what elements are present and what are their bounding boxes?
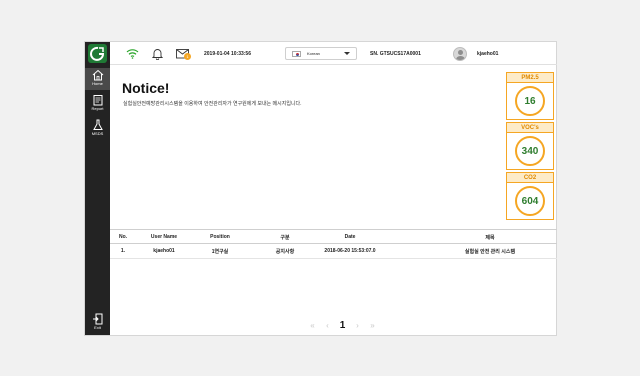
avatar[interactable] [453, 42, 467, 65]
app-window: Home Report MSDS Exit 1 2019-01-04 10:33… [84, 41, 557, 336]
sidebar-item-exit[interactable]: Exit [85, 312, 110, 334]
sidebar-item-msds[interactable]: MSDS [85, 118, 110, 140]
sensor-value: 604 [515, 186, 545, 216]
screen-frame: Home Report MSDS Exit 1 2019-01-04 10:33… [0, 0, 640, 376]
report-icon [93, 95, 102, 106]
page-title: Notice! [122, 80, 170, 96]
sensor-voc: VOC's 340 [506, 122, 554, 170]
language-value: Korean [307, 51, 320, 56]
last-page-button[interactable]: » [365, 321, 380, 330]
sensor-value: 16 [515, 86, 545, 116]
pagination: « ‹ 1 › » [305, 318, 380, 332]
logo-icon [88, 44, 107, 63]
sidebar-item-label: Exit [94, 325, 101, 330]
column-header: 구분 [280, 234, 290, 241]
language-select[interactable]: Korean [285, 47, 357, 60]
column-header: Date [344, 234, 356, 240]
notice-message: 실험실안전예방관리시스템을 이용하여 안전관리자가 연구원에게 보내는 메시지입… [123, 101, 302, 107]
sidebar-item-home[interactable]: Home [85, 68, 110, 90]
sensor-label: PM2.5 [507, 73, 553, 83]
avatar-icon [453, 46, 467, 61]
exit-icon [92, 313, 102, 325]
first-page-button[interactable]: « [305, 321, 320, 330]
datetime-display: 2019-01-04 10:33:56 [204, 50, 251, 57]
flask-icon [92, 119, 103, 130]
bell-icon[interactable] [152, 42, 163, 65]
serial-number: SN. GTSUCS17A0001 [370, 50, 421, 57]
prev-page-button[interactable]: ‹ [320, 321, 335, 330]
table-header: No. User Name Position 구분 Date 제목 [110, 229, 557, 244]
column-header: Position [210, 234, 230, 240]
column-header: No. [118, 234, 128, 240]
cell-title: 실험실 안전 관리 시스템 [464, 248, 516, 255]
sidebar-item-label: MSDS [91, 131, 104, 136]
sidebar-item-label: Report [91, 106, 104, 111]
column-header: 제목 [485, 234, 495, 241]
korea-flag-icon [292, 50, 301, 57]
cell-category: 공지사항 [275, 248, 295, 255]
sensor-label: CO2 [507, 173, 553, 183]
cell-position: 1연구실 [211, 248, 229, 255]
table-row[interactable]: 1. kjaeho01 1연구실 공지사항 2018-06-20 15:53:0… [110, 244, 557, 259]
next-page-button[interactable]: › [350, 321, 365, 330]
sidebar: Home Report MSDS Exit [85, 42, 110, 335]
chevron-down-icon [344, 52, 350, 55]
sensor-pm25: PM2.5 16 [506, 72, 554, 120]
sensor-co2: CO2 604 [506, 172, 554, 220]
cell-user-name: kjaeho01 [153, 248, 175, 254]
sensor-label: VOC's [507, 123, 553, 133]
wifi-icon [126, 42, 139, 65]
sidebar-item-report[interactable]: Report [85, 93, 110, 115]
notice-table: No. User Name Position 구분 Date 제목 1. kja… [110, 229, 557, 259]
cell-no: 1. [120, 248, 126, 254]
column-header: User Name [150, 234, 178, 240]
top-bar: 1 2019-01-04 10:33:56 Korean SN. GTSUCS1… [110, 42, 557, 65]
notification-badge: 1 [184, 53, 191, 60]
sensor-value: 340 [515, 136, 545, 166]
home-icon [92, 69, 103, 81]
sidebar-item-label: Home [92, 81, 103, 86]
username: kjaeho01 [477, 50, 499, 57]
current-page[interactable]: 1 [335, 320, 350, 331]
cell-date: 2018-06-20 15:53:07.0 [324, 248, 376, 254]
message-button[interactable]: 1 [176, 42, 192, 65]
